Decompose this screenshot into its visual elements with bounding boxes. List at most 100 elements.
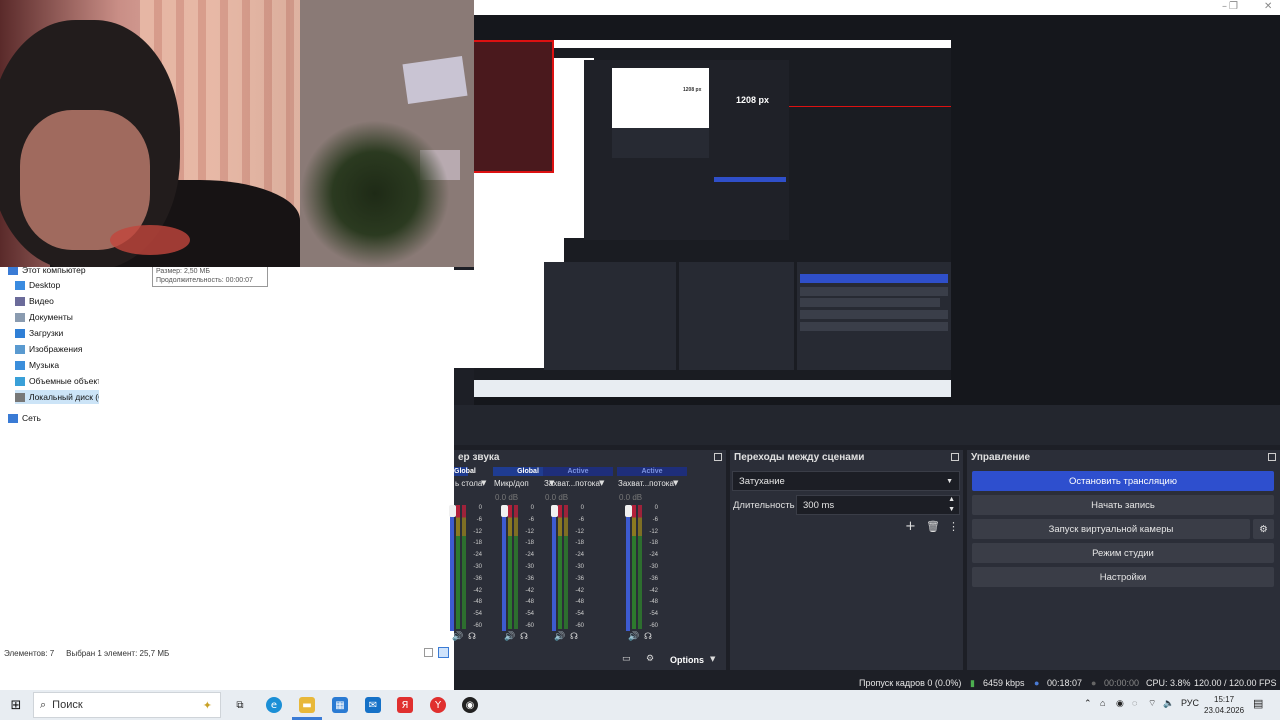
obs-icon[interactable]: ◉	[462, 697, 478, 713]
large-icons-view-icon[interactable]	[438, 647, 449, 658]
headphones-icon[interactable]: ☊	[644, 632, 652, 642]
details-view-icon[interactable]	[424, 648, 433, 657]
scale-tick: -60	[649, 622, 658, 629]
nav-item[interactable]: Изображения	[15, 342, 82, 356]
stop-streaming-button[interactable]: Остановить трансляцию	[972, 471, 1274, 491]
file-explorer-icon[interactable]: ▬	[299, 697, 315, 713]
settings-button[interactable]: Настройки	[972, 567, 1274, 587]
mixer-settings-icon[interactable]: ⚙	[646, 654, 654, 664]
capture-transitions-dock	[679, 262, 794, 370]
start-icon[interactable]: ⊞	[8, 697, 24, 713]
dock-float-icon[interactable]	[714, 453, 722, 461]
search-highlight-icon: ✦	[202, 699, 212, 712]
volume-slider-track[interactable]	[502, 507, 506, 631]
speaker-icon[interactable]: 🔊	[504, 632, 515, 642]
nav-item-label: Загрузки	[29, 328, 64, 338]
clock[interactable]: 15:17 23.04.2026	[1204, 694, 1244, 716]
volume-slider-handle[interactable]	[624, 505, 632, 517]
minimize-icon[interactable]: –	[1222, 1, 1227, 12]
scale-tick: -60	[575, 622, 584, 629]
speaker-icon[interactable]: 🔊	[554, 632, 565, 642]
network-icon	[8, 413, 18, 423]
nav-item[interactable]: Сеть	[8, 411, 41, 425]
volume-icon[interactable]: 🔈	[1163, 698, 1174, 709]
scale-tick: -54	[575, 611, 584, 618]
close-icon[interactable]: ✕	[1264, 1, 1272, 12]
chevron-down-icon[interactable]: ▼	[481, 479, 486, 487]
volume-slider-handle[interactable]	[448, 505, 456, 517]
nav-item[interactable]: Загрузки	[15, 326, 63, 340]
nav-item[interactable]: Документы	[15, 310, 73, 324]
edge-icon[interactable]: e	[266, 697, 282, 713]
dock-float-icon[interactable]	[951, 453, 959, 461]
virtual-camera-settings-icon[interactable]: ⚙	[1253, 519, 1274, 539]
controls-title: Управление	[971, 452, 1031, 463]
more-icon[interactable]: ⋮	[948, 520, 959, 533]
stream-icon: ●	[1034, 678, 1040, 688]
location-icon[interactable]: ◌	[1132, 698, 1137, 708]
channel-name[interactable]: Захват...потока	[544, 479, 606, 488]
task-view-icon[interactable]: ⧉	[232, 697, 248, 713]
start-recording-button[interactable]: Начать запись	[972, 495, 1274, 515]
language-indicator[interactable]: РУС	[1181, 698, 1199, 708]
nav-item[interactable]: Объемные объекты	[15, 374, 99, 388]
chevron-down-icon: ▼	[710, 655, 716, 663]
chevron-down-icon[interactable]: ▼	[673, 479, 678, 487]
headphones-icon[interactable]: ☊	[468, 632, 476, 642]
explorer-statusbar: Элементов: 7 Выбран 1 элемент: 25,7 МБ	[0, 645, 454, 661]
tray-chevron-icon[interactable]: ⌃	[1084, 698, 1092, 709]
mixer-layout-icon[interactable]: ▭	[622, 654, 631, 664]
channel-name[interactable]: Захват...потока	[618, 479, 680, 488]
start-virtual-camera-button[interactable]: Запуск виртуальной камеры	[972, 519, 1250, 539]
store-icon[interactable]: ▦	[332, 697, 348, 713]
volume-slider-track[interactable]	[552, 507, 556, 631]
scale-tick: -30	[649, 563, 658, 570]
yandex-browser-icon[interactable]: Y	[430, 697, 446, 713]
network-tray-icon[interactable]: ⌂	[1100, 698, 1105, 708]
studio-mode-button[interactable]: Режим студии	[972, 543, 1274, 563]
volume-slider-track[interactable]	[626, 507, 630, 631]
chevron-down-icon: ▼	[946, 477, 953, 485]
transition-select[interactable]: Затухание ▼	[732, 471, 960, 491]
volume-slider-handle[interactable]	[550, 505, 558, 517]
scale-tick: -30	[525, 563, 534, 570]
nav-item[interactable]: Локальный диск (C	[15, 390, 99, 404]
scale-tick: -30	[575, 563, 584, 570]
scale-tick: -60	[473, 622, 482, 629]
stepper-up-icon[interactable]: ▲	[948, 496, 955, 503]
outlook-icon[interactable]: ✉	[365, 697, 381, 713]
volume-slider-handle[interactable]	[500, 505, 508, 517]
headphones-icon[interactable]: ☊	[570, 632, 578, 642]
nav-item[interactable]: Музыка	[15, 358, 59, 372]
nav-item[interactable]: Видео	[15, 294, 54, 308]
file-tooltip: Размер: 2,50 МБ Продолжительность: 00:00…	[152, 265, 268, 287]
nav-item-label: Объемные объекты	[29, 376, 99, 386]
search-icon: ⌕	[40, 698, 47, 711]
scale-tick: -24	[575, 552, 584, 559]
volume-slider-track[interactable]	[450, 507, 454, 631]
scale-tick: -60	[525, 622, 534, 629]
stepper-down-icon[interactable]: ▼	[948, 506, 955, 513]
obs-tray-icon[interactable]: ◉	[1116, 698, 1124, 709]
music-folder-icon	[15, 360, 25, 370]
headphones-icon[interactable]: ☊	[520, 632, 528, 642]
speaker-icon[interactable]: 🔊	[628, 632, 639, 642]
restore-icon[interactable]: ❐	[1229, 1, 1238, 12]
scale-tick: -42	[575, 587, 584, 594]
chevron-down-icon[interactable]: ▼	[599, 479, 604, 487]
wifi-icon[interactable]: ⌔	[1148, 698, 1156, 709]
nav-item[interactable]: Desktop	[15, 278, 60, 292]
desktop-folder-icon	[15, 280, 25, 290]
dock-float-icon[interactable]	[1268, 453, 1276, 461]
duration-input[interactable]: 300 ms ▲ ▼	[796, 495, 960, 515]
meter-scale: 0 -6 -12 -18 -24 -30 -36 -42 -48 -54 -60	[570, 503, 584, 633]
taskbar-search[interactable]: ⌕ Поиск ✦	[33, 692, 221, 718]
add-transition-icon[interactable]: +	[905, 519, 916, 534]
notifications-icon[interactable]: ▤	[1253, 697, 1263, 710]
mixer-options-button[interactable]: Options	[670, 655, 704, 665]
scale-tick: -18	[525, 540, 534, 547]
cpu-usage: CPU: 3.8%	[1146, 678, 1191, 688]
yandex-icon[interactable]: Я	[397, 697, 413, 713]
delete-icon[interactable]: 🗑	[926, 520, 940, 533]
speaker-icon[interactable]: 🔊	[452, 632, 463, 642]
